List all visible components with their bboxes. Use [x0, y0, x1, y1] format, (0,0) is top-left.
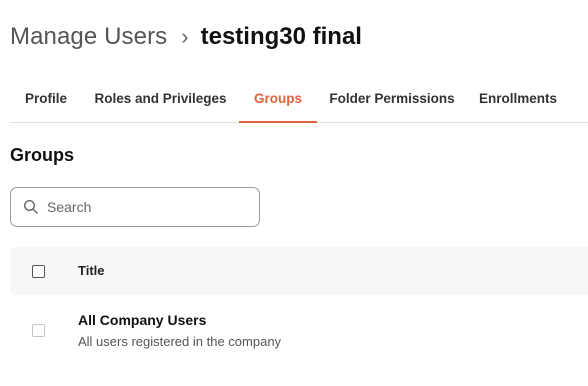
tab-enrollments[interactable]: Enrollments [467, 78, 569, 122]
search-box[interactable] [10, 187, 260, 227]
tab-roles-and-privileges[interactable]: Roles and Privileges [82, 78, 239, 122]
table-header: Title [10, 247, 588, 295]
page-title: testing30 final [200, 23, 362, 50]
tab-bar: Profile Roles and Privileges Groups Fold… [10, 78, 588, 123]
table-row[interactable]: All Company Users All users registered i… [10, 300, 588, 360]
tab-folder-permissions[interactable]: Folder Permissions [317, 78, 467, 122]
section-title: Groups [10, 145, 75, 165]
breadcrumb-manage-users-link[interactable]: Manage Users [10, 23, 167, 51]
search-input[interactable] [47, 199, 237, 215]
tab-profile[interactable]: Profile [10, 78, 82, 122]
chevron-right-icon: › [181, 24, 189, 49]
select-all-checkbox[interactable] [32, 265, 45, 278]
column-header-title[interactable]: Title [78, 263, 105, 278]
tab-groups[interactable]: Groups [239, 78, 317, 123]
breadcrumb: Manage Users › testing30 final [10, 20, 362, 54]
group-title[interactable]: All Company Users [78, 312, 206, 328]
row-checkbox[interactable] [32, 324, 45, 337]
search-icon [23, 199, 39, 215]
group-description: All users registered in the company [78, 334, 282, 349]
